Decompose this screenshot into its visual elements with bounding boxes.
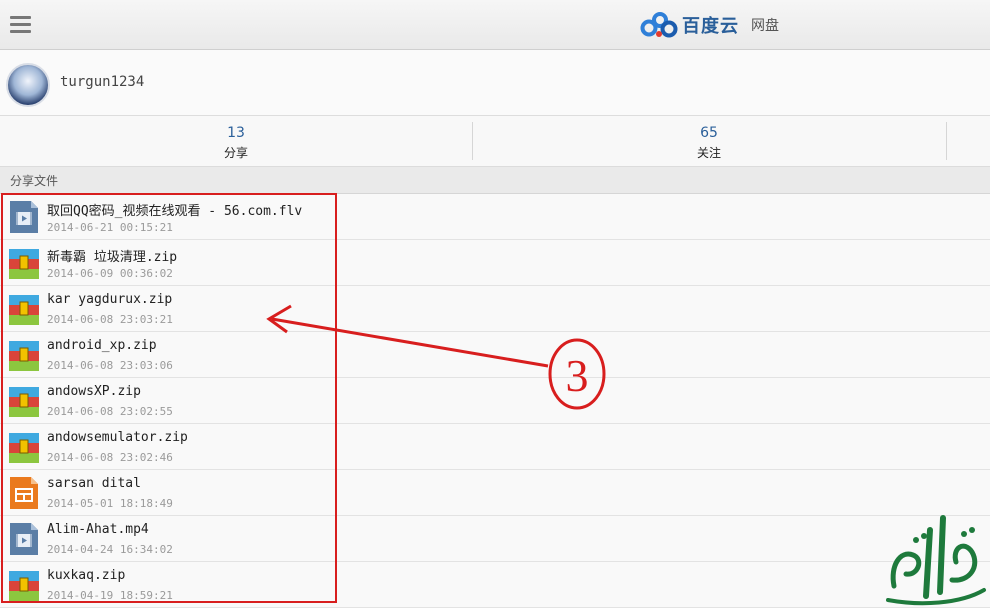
file-name[interactable]: 取回QQ密码_视频在线观看 - 56.com.flv [47,200,302,219]
calligraphy-watermark-logo [886,515,986,606]
zip-icon [9,387,39,417]
file-date: 2014-06-08 23:03:06 [47,359,173,372]
file-name[interactable]: 新毒霸 垃圾清理.zip [47,246,177,265]
file-row[interactable]: kar yagdurux.zip 2014-06-08 23:03:21 [0,286,990,332]
file-name[interactable]: kuxkaq.zip [47,568,125,583]
brand-name: 百度云 [682,16,739,37]
file-row[interactable]: kuxkaq.zip 2014-04-19 18:59:21 [0,562,990,608]
stat-divider [946,122,947,160]
section-title: 分享文件 [10,174,59,188]
file-row[interactable]: andowsXP.zip 2014-06-08 23:02:55 [0,378,990,424]
document-icon [10,477,38,509]
file-row[interactable]: andowsemulator.zip 2014-06-08 23:02:46 [0,424,990,470]
file-date: 2014-06-21 00:15:21 [47,221,173,234]
file-row[interactable]: 新毒霸 垃圾清理.zip 2014-06-09 00:36:02 [0,240,990,286]
brand[interactable]: 百度云 网盘 [640,8,779,42]
file-date: 2014-04-19 18:59:21 [47,589,173,602]
file-name[interactable]: andowsXP.zip [47,384,141,399]
brand-subtitle: 网盘 [751,18,779,34]
username[interactable]: turgun1234 [60,74,144,90]
stats-bar: 13 分享 65 关注 [0,116,990,167]
file-date: 2014-06-08 23:03:21 [47,313,173,326]
file-list: 取回QQ密码_视频在线观看 - 56.com.flv 2014-06-21 00… [0,194,990,608]
following-label: 关注 [696,146,721,160]
file-name[interactable]: sarsan dital [47,476,141,491]
zip-icon [9,295,39,325]
file-date: 2014-06-08 23:02:55 [47,405,173,418]
stat-shares[interactable]: 13 分享 [0,116,472,166]
video-icon [10,523,38,555]
following-count: 65 [700,125,718,141]
menu-icon[interactable] [10,16,31,33]
file-name[interactable]: android_xp.zip [47,338,157,353]
file-name[interactable]: Alim-Ahat.mp4 [47,522,149,537]
file-name[interactable]: andowsemulator.zip [47,430,188,445]
baidu-cloud-logo-icon [640,12,678,38]
file-date: 2014-06-08 23:02:46 [47,451,173,464]
stat-following[interactable]: 65 关注 [473,116,945,166]
video-icon [10,201,38,233]
profile-bar: turgun1234 [0,50,990,116]
shares-count: 13 [227,125,245,141]
zip-icon [9,249,39,279]
zip-icon [9,341,39,371]
shares-label: 分享 [223,146,248,160]
file-date: 2014-04-24 16:34:02 [47,543,173,556]
file-row[interactable]: Alim-Ahat.mp4 2014-04-24 16:34:02 [0,516,990,562]
file-row[interactable]: sarsan dital 2014-05-01 18:18:49 [0,470,990,516]
file-date: 2014-06-09 00:36:02 [47,267,173,280]
top-bar: 百度云 网盘 [0,0,990,50]
zip-icon [9,571,39,601]
section-header: 分享文件 [0,167,990,194]
file-row[interactable]: 取回QQ密码_视频在线观看 - 56.com.flv 2014-06-21 00… [0,194,990,240]
file-date: 2014-05-01 18:18:49 [47,497,173,510]
avatar[interactable] [6,63,50,107]
zip-icon [9,433,39,463]
file-name[interactable]: kar yagdurux.zip [47,292,172,307]
file-row[interactable]: android_xp.zip 2014-06-08 23:03:06 [0,332,990,378]
